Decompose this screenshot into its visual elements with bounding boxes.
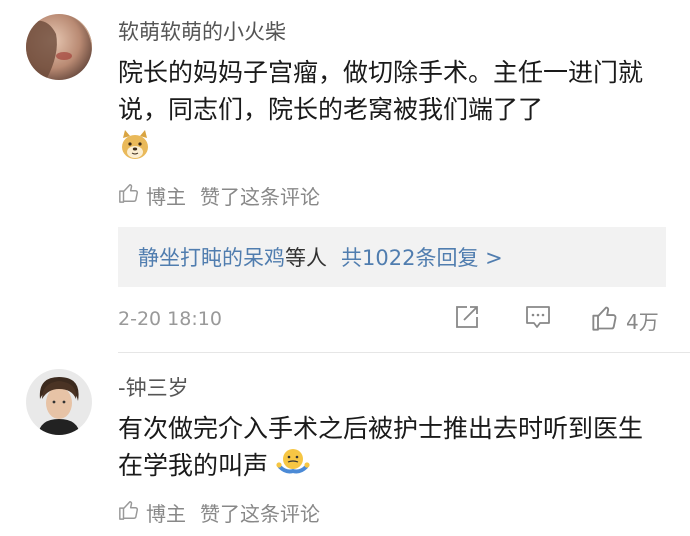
doge-emoji-icon [118,128,152,172]
reply-users[interactable]: 静坐打盹的呆鸡 [138,242,285,272]
like-button[interactable]: 4万 [590,304,659,336]
comment-item: -钟三岁 有次做完介入手术之后被护士推出去时听到医生在学我的叫声 博主 赞了这条… [0,354,690,536]
divider [118,352,690,353]
username[interactable]: -钟三岁 [118,372,189,402]
comment-item: 软萌软萌的小火柴 院长的妈妈子宫瘤，做切除手术。主任一进门就说，同志们，院长的老… [0,0,690,350]
username[interactable]: 软萌软萌的小火柴 [118,16,286,46]
author-liked-row: 博主 赞了这条评论 [118,181,320,210]
comment-button[interactable] [524,304,552,334]
avatar[interactable] [26,369,92,435]
thumbs-up-icon [590,304,620,336]
author-tag: 博主 [146,185,186,209]
reply-count-link[interactable]: 共1022条回复 > [341,242,503,272]
avatar[interactable] [26,14,92,80]
comment-text-content: 院长的妈妈子宫瘤，做切除手术。主任一进门就说，同志们，院长的老窝被我们端了了 [118,58,644,124]
comment-text: 院长的妈妈子宫瘤，做切除手术。主任一进门就说，同志们，院长的老窝被我们端了了 [118,54,658,172]
author-liked-row: 博主 赞了这条评论 [118,498,320,527]
share-icon [454,304,480,334]
thumbs-up-outline-icon [118,499,140,526]
like-count: 4万 [626,309,659,334]
comment-text-content: 有次做完介入手术之后被护士推出去时听到医生在学我的叫声 [118,414,644,480]
reply-summary[interactable]: 静坐打盹的呆鸡 等人 共1022条回复 > [118,227,666,287]
shrug-emoji-icon [276,447,310,487]
comment-icon [524,304,552,334]
author-liked-text: 赞了这条评论 [200,185,320,209]
timestamp: 2-20 18:10 [118,308,222,330]
thumbs-up-outline-icon [118,182,140,209]
author-tag: 博主 [146,502,186,526]
comment-meta-row: 2-20 18:10 4万 [118,304,678,340]
share-button[interactable] [454,304,480,334]
reply-users-suffix: 等人 [285,246,327,270]
author-liked-text: 赞了这条评论 [200,502,320,526]
comment-text: 有次做完介入手术之后被护士推出去时听到医生在学我的叫声 [118,410,658,487]
